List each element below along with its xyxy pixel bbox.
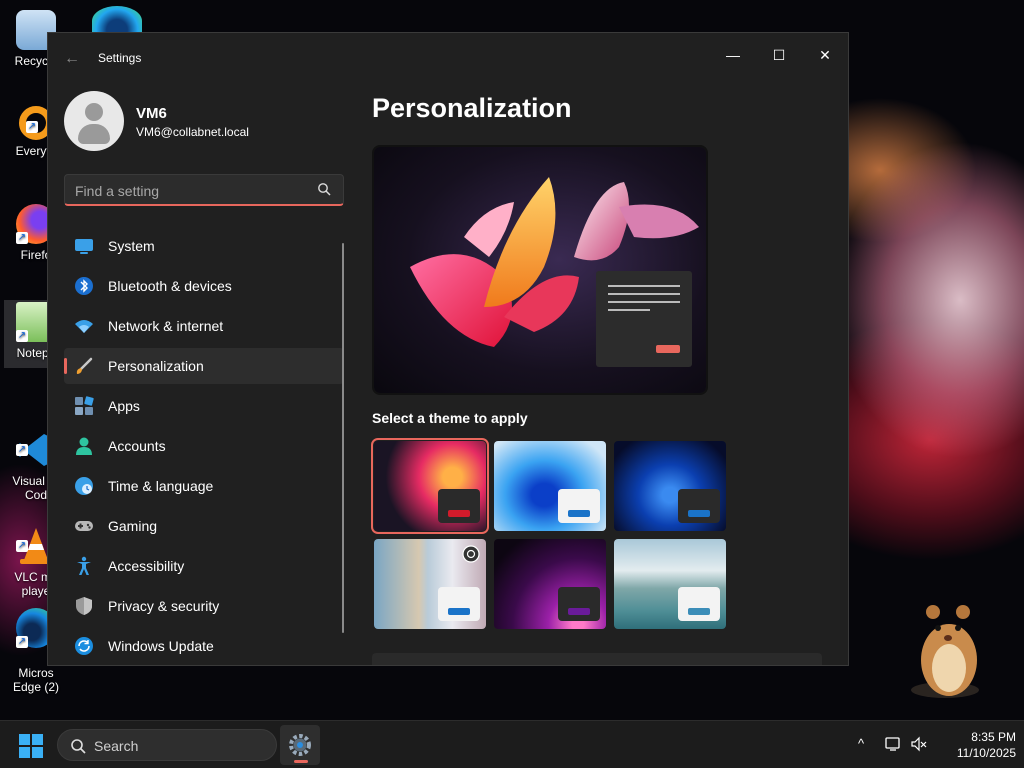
user-name: VM6: [136, 105, 167, 122]
shortcut-arrow-icon: ↗: [16, 636, 28, 648]
nav-item-label: Time & language: [108, 478, 214, 494]
nav-item-windows-update[interactable]: Windows Update: [64, 628, 344, 664]
theme-thumbnail-captured-motion[interactable]: [494, 539, 606, 629]
theme-chip: [438, 587, 480, 621]
back-arrow-icon[interactable]: ←: [62, 49, 82, 69]
select-theme-label: Select a theme to apply: [372, 410, 528, 426]
personalization-content: Personalization Select a theme to apply: [371, 33, 848, 665]
theme-thumbnail-glow[interactable]: [371, 438, 489, 534]
nav-item-privacy-security[interactable]: Privacy & security: [64, 588, 344, 624]
wifi-icon: [75, 320, 93, 333]
active-app-indicator: [294, 760, 308, 763]
nav-item-time-language[interactable]: Time & language: [64, 468, 344, 504]
nav-item-personalization[interactable]: Personalization: [64, 348, 344, 384]
taskbar-search-label: Search: [94, 738, 139, 754]
display-tray-icon[interactable]: [884, 735, 902, 753]
theme-chip: [678, 587, 720, 621]
theme-chip-bar: [448, 510, 470, 517]
theme-thumbnail-bloom-dark[interactable]: [614, 441, 726, 531]
find-setting-search[interactable]: [64, 174, 344, 206]
nav-item-accessibility[interactable]: Accessibility: [64, 548, 344, 584]
apps-icon: [75, 396, 94, 415]
theme-thumbnail-flow[interactable]: [614, 539, 726, 629]
theme-chip-bar: [448, 608, 470, 615]
shield-icon: [76, 597, 92, 615]
nav-item-label: Apps: [108, 398, 140, 414]
theme-chip-bar: [568, 510, 590, 517]
theme-chip: [678, 489, 720, 523]
theme-thumbnail-spotlight[interactable]: [374, 539, 486, 629]
paintbrush-icon: [76, 357, 93, 374]
theme-preview-image: [372, 145, 708, 395]
nav-scrollbar[interactable]: [342, 243, 344, 633]
find-setting-input[interactable]: [75, 181, 305, 201]
clock-time: 8:35 PM: [971, 730, 1016, 744]
globe-clock-icon: [75, 477, 93, 495]
nav-item-label: Windows Update: [108, 638, 214, 654]
nav-item-label: Network & internet: [108, 318, 224, 334]
theme-chip: [438, 489, 480, 523]
shortcut-arrow-icon: ↗: [26, 121, 38, 133]
avatar[interactable]: [64, 91, 124, 151]
app-title: Settings: [98, 51, 142, 65]
gamepad-icon: [75, 521, 93, 531]
shortcut-arrow-icon: ↗: [16, 540, 28, 552]
nav-item-accounts[interactable]: Accounts: [64, 428, 344, 464]
search-icon: [71, 739, 86, 754]
theme-chip-bar: [688, 608, 710, 615]
settings-nav: System Bluetooth & devices Network & int…: [64, 228, 344, 665]
nav-item-label: Bluetooth & devices: [108, 278, 232, 294]
monitor-icon: [75, 239, 93, 254]
clock-date: 11/10/2025: [956, 746, 1016, 760]
nav-item-label: Personalization: [108, 358, 204, 374]
bluetooth-icon: [75, 277, 93, 295]
nav-item-label: System: [108, 238, 155, 254]
volume-muted-icon[interactable]: [910, 735, 928, 753]
avatar-head-shape: [85, 103, 103, 121]
theme-chip: [558, 587, 600, 621]
search-icon: [318, 183, 331, 196]
page-title: Personalization: [372, 93, 572, 123]
taskbar: Search ^ 8:35 PM 11/10/2025: [0, 720, 1024, 768]
settings-window: ← Settings — ☐ ✕ VM6 VM6@collabnet.local…: [47, 32, 849, 666]
shortcut-arrow-icon: ↗: [16, 232, 28, 244]
show-hidden-icons-chevron[interactable]: ^: [852, 735, 870, 753]
desktop-icon-label: Micros Edge (2): [12, 666, 60, 694]
update-icon: [75, 637, 93, 655]
theme-thumbnail-bloom-light[interactable]: [494, 441, 606, 531]
nav-item-network[interactable]: Network & internet: [64, 308, 344, 344]
gear-icon: [289, 734, 311, 756]
nav-item-label: Privacy & security: [108, 598, 220, 614]
avatar-body-shape: [78, 124, 110, 144]
nav-item-bluetooth[interactable]: Bluetooth & devices: [64, 268, 344, 304]
nav-item-apps[interactable]: Apps: [64, 388, 344, 424]
nav-item-system[interactable]: System: [64, 228, 344, 264]
nav-item-gaming[interactable]: Gaming: [64, 508, 344, 544]
accessibility-icon: [77, 556, 91, 575]
shortcut-arrow-icon: ↗: [16, 330, 28, 342]
windows-start-icon[interactable]: [18, 733, 44, 759]
hamster-sticker-image: [905, 598, 985, 702]
next-settings-card-partial[interactable]: [372, 653, 822, 665]
user-email: VM6@collabnet.local: [136, 125, 249, 139]
taskbar-settings-app[interactable]: [280, 725, 320, 765]
shortcut-arrow-icon: ↗: [16, 444, 28, 456]
taskbar-clock[interactable]: 8:35 PM 11/10/2025: [936, 729, 1016, 761]
nav-item-label: Gaming: [108, 518, 158, 534]
spotlight-camera-icon: [462, 545, 480, 563]
theme-chip: [558, 489, 600, 523]
nav-item-label: Accessibility: [108, 558, 185, 574]
theme-chip-bar: [688, 510, 710, 517]
nav-item-label: Accounts: [108, 438, 166, 454]
taskbar-search[interactable]: Search: [57, 729, 277, 761]
theme-chip-bar: [568, 608, 590, 615]
person-icon: [76, 437, 92, 455]
